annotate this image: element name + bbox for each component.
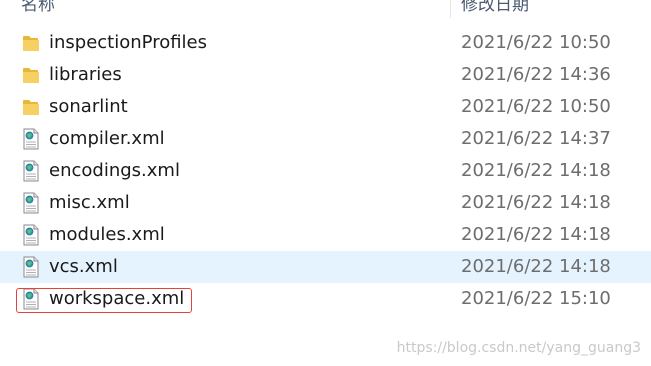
file-name: modules.xml bbox=[49, 224, 165, 245]
column-header-date[interactable]: 修改日期 bbox=[461, 0, 529, 15]
file-row[interactable]: modules.xml 2021/6/22 14:18 bbox=[0, 219, 651, 251]
file-row[interactable]: workspace.xml 2021/6/22 15:10 bbox=[0, 283, 651, 315]
xml-file-icon bbox=[21, 288, 41, 310]
file-name: vcs.xml bbox=[49, 256, 118, 277]
file-modified-date: 2021/6/22 14:18 bbox=[461, 160, 611, 181]
file-modified-date: 2021/6/22 10:50 bbox=[461, 96, 611, 117]
folder-icon bbox=[21, 64, 41, 86]
file-explorer: 名称 修改日期 inspectionProfiles 2021/6/22 10:5… bbox=[0, 0, 651, 366]
file-name: misc.xml bbox=[49, 192, 130, 213]
watermark: https://blog.csdn.net/yang_guang3 bbox=[396, 340, 641, 356]
file-modified-date: 2021/6/22 14:18 bbox=[461, 192, 611, 213]
folder-row[interactable]: libraries 2021/6/22 14:36 bbox=[0, 59, 651, 91]
file-row[interactable]: encodings.xml 2021/6/22 14:18 bbox=[0, 155, 651, 187]
file-modified-date: 2021/6/22 14:18 bbox=[461, 224, 611, 245]
file-row[interactable]: vcs.xml 2021/6/22 14:18 bbox=[0, 251, 651, 283]
folder-row[interactable]: inspectionProfiles 2021/6/22 10:50 bbox=[0, 27, 651, 59]
xml-file-icon bbox=[21, 128, 41, 150]
xml-file-icon bbox=[21, 160, 41, 182]
column-header-name[interactable]: 名称 bbox=[21, 0, 55, 15]
folder-icon bbox=[21, 96, 41, 118]
file-row[interactable]: misc.xml 2021/6/22 14:18 bbox=[0, 187, 651, 219]
xml-file-icon bbox=[21, 224, 41, 246]
xml-file-icon bbox=[21, 192, 41, 214]
file-modified-date: 2021/6/22 15:10 bbox=[461, 288, 611, 309]
file-name: compiler.xml bbox=[49, 128, 165, 149]
folder-row[interactable]: sonarlint 2021/6/22 10:50 bbox=[0, 91, 651, 123]
file-list: inspectionProfiles 2021/6/22 10:50 librari… bbox=[0, 27, 651, 315]
file-name: inspectionProfiles bbox=[49, 32, 208, 53]
file-modified-date: 2021/6/22 14:18 bbox=[461, 256, 611, 277]
file-modified-date: 2021/6/22 10:50 bbox=[461, 32, 611, 53]
file-name: encodings.xml bbox=[49, 160, 180, 181]
file-modified-date: 2021/6/22 14:36 bbox=[461, 64, 611, 85]
file-name: sonarlint bbox=[49, 96, 128, 117]
folder-icon bbox=[21, 32, 41, 54]
file-name: libraries bbox=[49, 64, 122, 85]
column-divider[interactable] bbox=[450, 0, 451, 18]
file-name: workspace.xml bbox=[49, 288, 185, 309]
file-row[interactable]: compiler.xml 2021/6/22 14:37 bbox=[0, 123, 651, 155]
xml-file-icon bbox=[21, 256, 41, 278]
file-modified-date: 2021/6/22 14:37 bbox=[461, 128, 611, 149]
column-header: 名称 修改日期 bbox=[0, 0, 651, 18]
